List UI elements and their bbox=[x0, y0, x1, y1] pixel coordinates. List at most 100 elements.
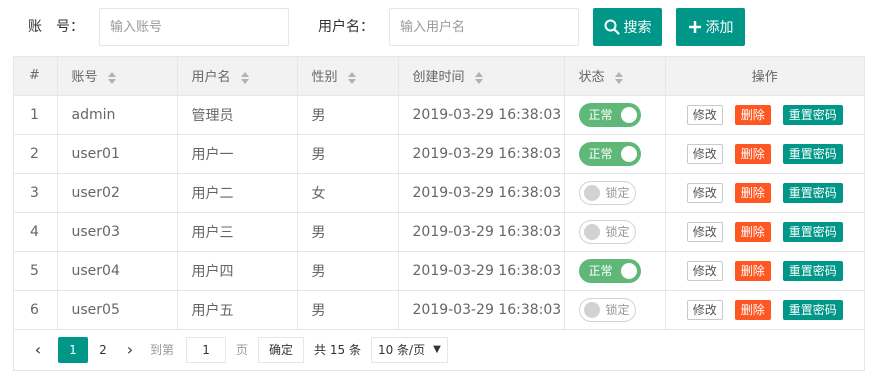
row-index: 1 bbox=[14, 95, 58, 135]
sort-icon[interactable] bbox=[347, 71, 356, 84]
row-status-cell: 正常 bbox=[564, 134, 666, 174]
toggle-knob bbox=[583, 301, 600, 318]
row-username: 用户五 bbox=[177, 290, 298, 330]
reset-password-button[interactable]: 重置密码 bbox=[782, 182, 843, 203]
sort-icon[interactable] bbox=[614, 71, 623, 84]
row-gender: 男 bbox=[297, 134, 399, 174]
total-count: 共 15 条 bbox=[314, 343, 361, 357]
row-created: 2019-03-29 16:38:03 bbox=[398, 212, 565, 252]
delete-button[interactable]: 删除 bbox=[734, 182, 771, 203]
row-created: 2019-03-29 16:38:03 bbox=[398, 251, 565, 291]
row-username: 用户三 bbox=[177, 212, 298, 252]
row-gender: 男 bbox=[297, 95, 399, 135]
page-size-select[interactable]: 10 条/页 ▼ bbox=[370, 336, 448, 363]
delete-button[interactable]: 删除 bbox=[734, 104, 771, 125]
row-actions: 修改 删除 重置密码 bbox=[665, 134, 864, 174]
row-created: 2019-03-29 16:38:03 bbox=[398, 173, 565, 213]
reset-password-button[interactable]: 重置密码 bbox=[782, 299, 843, 320]
status-text: 锁定 bbox=[605, 303, 630, 317]
page-1-button[interactable]: 1 bbox=[58, 336, 88, 363]
row-created: 2019-03-29 16:38:03 bbox=[398, 134, 565, 174]
row-status-cell: 锁定 bbox=[564, 290, 666, 330]
row-account: user03 bbox=[57, 212, 178, 252]
row-created: 2019-03-29 16:38:03 bbox=[398, 290, 565, 330]
sort-icon[interactable] bbox=[240, 71, 249, 84]
delete-button[interactable]: 删除 bbox=[734, 260, 771, 281]
delete-button[interactable]: 删除 bbox=[734, 299, 771, 320]
row-username: 用户二 bbox=[177, 173, 298, 213]
status-text: 正常 bbox=[588, 108, 613, 122]
row-username: 用户四 bbox=[177, 251, 298, 291]
username-label: 用户名： bbox=[318, 19, 374, 35]
goto-label: 到第 bbox=[150, 343, 175, 357]
row-actions: 修改 删除 重置密码 bbox=[665, 251, 864, 291]
toggle-knob bbox=[583, 184, 600, 201]
sort-icon[interactable] bbox=[107, 71, 116, 84]
status-toggle[interactable]: 正常 bbox=[578, 258, 641, 283]
dropdown-arrow-icon: ▼ bbox=[433, 344, 441, 355]
account-input[interactable] bbox=[99, 8, 289, 46]
edit-button[interactable]: 修改 bbox=[686, 221, 723, 242]
row-gender: 男 bbox=[297, 251, 399, 291]
goto-page-input[interactable] bbox=[186, 336, 227, 363]
row-index: 5 bbox=[14, 251, 58, 291]
row-username: 管理员 bbox=[177, 95, 298, 135]
user-table: # 账号 用户名 性别 创建时间 状态 操作 1 admin 管理员 男 201… bbox=[13, 56, 865, 371]
search-toolbar: 账 号： 用户名： 搜索 添加 bbox=[0, 8, 875, 46]
row-created: 2019-03-29 16:38:03 bbox=[398, 95, 565, 135]
header-created[interactable]: 创建时间 bbox=[398, 57, 565, 96]
table-row: 3 user02 用户二 女 2019-03-29 16:38:03 锁定 修改… bbox=[14, 173, 864, 213]
goto-confirm-button[interactable]: 确定 bbox=[258, 336, 305, 363]
reset-password-button[interactable]: 重置密码 bbox=[782, 143, 843, 164]
row-gender: 男 bbox=[297, 212, 399, 252]
search-button[interactable]: 搜索 bbox=[593, 8, 662, 46]
row-index: 3 bbox=[14, 173, 58, 213]
edit-button[interactable]: 修改 bbox=[686, 104, 723, 125]
edit-button[interactable]: 修改 bbox=[686, 260, 723, 281]
row-actions: 修改 删除 重置密码 bbox=[665, 173, 864, 213]
status-text: 正常 bbox=[588, 264, 613, 278]
status-toggle[interactable]: 锁定 bbox=[578, 297, 636, 322]
row-account: user05 bbox=[57, 290, 178, 330]
header-index: # bbox=[14, 57, 58, 96]
status-toggle[interactable]: 正常 bbox=[578, 141, 641, 166]
status-toggle[interactable]: 锁定 bbox=[578, 180, 636, 205]
row-account: user02 bbox=[57, 173, 178, 213]
prev-page-icon[interactable]: ‹ bbox=[26, 340, 50, 359]
status-toggle[interactable]: 正常 bbox=[578, 102, 641, 127]
toggle-knob bbox=[620, 262, 637, 279]
username-input[interactable] bbox=[389, 8, 579, 46]
add-button[interactable]: 添加 bbox=[676, 8, 745, 46]
reset-password-button[interactable]: 重置密码 bbox=[782, 260, 843, 281]
toggle-knob bbox=[620, 145, 637, 162]
row-status-cell: 正常 bbox=[564, 251, 666, 291]
search-icon bbox=[604, 19, 620, 35]
edit-button[interactable]: 修改 bbox=[686, 182, 723, 203]
delete-button[interactable]: 删除 bbox=[734, 221, 771, 242]
row-gender: 男 bbox=[297, 290, 399, 330]
reset-password-button[interactable]: 重置密码 bbox=[782, 104, 843, 125]
header-account[interactable]: 账号 bbox=[57, 57, 178, 96]
next-page-icon[interactable]: › bbox=[118, 340, 142, 359]
search-button-label: 搜索 bbox=[623, 20, 652, 36]
sort-icon[interactable] bbox=[474, 71, 483, 84]
page-2-button[interactable]: 2 bbox=[88, 337, 118, 363]
reset-password-button[interactable]: 重置密码 bbox=[782, 221, 843, 242]
table-row: 4 user03 用户三 男 2019-03-29 16:38:03 锁定 修改… bbox=[14, 212, 864, 252]
header-actions: 操作 bbox=[665, 57, 864, 96]
header-gender[interactable]: 性别 bbox=[297, 57, 399, 96]
status-text: 锁定 bbox=[605, 225, 630, 239]
edit-button[interactable]: 修改 bbox=[686, 299, 723, 320]
table-header-row: # 账号 用户名 性别 创建时间 状态 操作 bbox=[14, 57, 864, 96]
table-row: 6 user05 用户五 男 2019-03-29 16:38:03 锁定 修改… bbox=[14, 290, 864, 330]
row-index: 6 bbox=[14, 290, 58, 330]
status-toggle[interactable]: 锁定 bbox=[578, 219, 636, 244]
edit-button[interactable]: 修改 bbox=[686, 143, 723, 164]
delete-button[interactable]: 删除 bbox=[734, 143, 771, 164]
row-index: 2 bbox=[14, 134, 58, 174]
row-actions: 修改 删除 重置密码 bbox=[665, 95, 864, 135]
row-account: user01 bbox=[57, 134, 178, 174]
header-username[interactable]: 用户名 bbox=[177, 57, 298, 96]
row-status-cell: 锁定 bbox=[564, 212, 666, 252]
header-status[interactable]: 状态 bbox=[564, 57, 666, 96]
